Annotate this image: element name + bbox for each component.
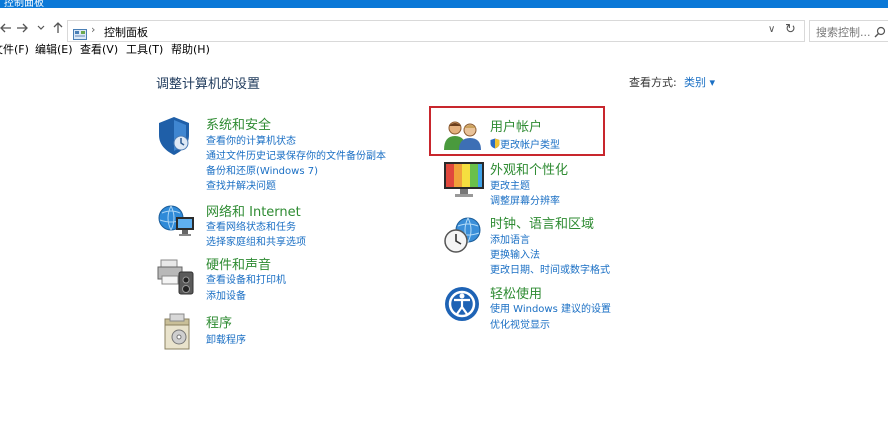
category-user-accounts: 用户帐户 更改帐户类型 [443,115,603,153]
link-view-computer-status[interactable]: 查看你的计算机状态 [206,132,296,147]
link-network-status[interactable]: 查看网络状态和任务 [206,218,296,233]
link-homegroup-sharing[interactable]: 选择家庭组和共享选项 [206,233,306,248]
category-clock-language-region: 时钟、语言和区域 添加语言 更换输入法 更改日期、时间或数字格式 [443,213,663,278]
link-file-history-backup[interactable]: 通过文件历史记录保存你的文件备份副本 [206,147,386,162]
menu-view[interactable]: 查看(V) [80,41,118,57]
menu-file[interactable]: 文件(F) [0,41,29,57]
link-devices-printers[interactable]: 查看设备和打印机 [206,271,286,286]
category-title-programs[interactable]: 程序 [206,312,232,331]
clock-globe-icon [443,215,483,259]
link-uninstall-program[interactable]: 卸载程序 [206,331,246,346]
category-ease-of-access: 轻松使用 使用 Windows 建议的设置 优化视觉显示 [443,283,663,331]
menu-bar: 文件(F) 编辑(E) 查看(V) 工具(T) 帮助(H) [0,38,888,58]
refresh-icon[interactable]: ↻ [785,22,796,37]
category-network-internet: 网络和 Internet 查看网络状态和任务 选择家庭组和共享选项 [157,201,417,251]
link-add-device[interactable]: 添加设备 [206,287,246,302]
printer-speaker-icon [157,256,197,300]
monitor-personalize-icon [443,161,485,203]
category-system-security: 系统和安全 查看你的计算机状态 通过文件历史记录保存你的文件备份副本 备份和还原… [157,114,417,194]
breadcrumb-separator-icon: › [91,23,96,36]
shield-icon [157,116,191,160]
up-arrow-icon[interactable] [53,22,63,34]
category-programs: 程序 卸载程序 [157,312,417,352]
link-change-account-type[interactable]: 更改帐户类型 [490,136,560,151]
address-dropdown-icon[interactable]: ∨ [768,24,775,35]
link-optimize-visual-display[interactable]: 优化视觉显示 [490,316,550,331]
network-globe-icon [157,201,197,243]
link-windows-recommended-settings[interactable]: 使用 Windows 建议的设置 [490,300,611,315]
window-title: 控制面板 [4,0,44,8]
category-title-system-security[interactable]: 系统和安全 [206,114,271,133]
link-change-account-type-label: 更改帐户类型 [500,140,560,151]
link-change-input-method[interactable]: 更换输入法 [490,246,540,261]
category-title-user-accounts[interactable]: 用户帐户 [490,116,542,135]
address-toolbar: › 控制面板 ∨ ↻ 搜索控制... [0,8,888,42]
category-appearance-personalization: 外观和个性化 更改主题 调整屏幕分辨率 [443,159,643,207]
page-title: 调整计算机的设置 [156,77,261,92]
link-add-language[interactable]: 添加语言 [490,231,530,246]
view-by-dropdown[interactable]: 类别 ▾ [684,74,715,90]
link-change-date-time-format[interactable]: 更改日期、时间或数字格式 [490,261,610,276]
recent-locations-chevron-icon[interactable] [37,25,45,31]
programs-box-icon [162,313,192,355]
view-by-label: 查看方式: [629,76,677,89]
ease-of-access-icon [443,285,481,327]
users-icon [443,119,483,155]
link-troubleshoot[interactable]: 查找并解决问题 [206,177,276,192]
menu-help[interactable]: 帮助(H) [171,41,210,57]
menu-edit[interactable]: 编辑(E) [35,41,73,57]
category-title-clock-language-region[interactable]: 时钟、语言和区域 [490,213,594,232]
category-hardware-sound: 硬件和声音 查看设备和打印机 添加设备 [157,254,417,304]
uac-shield-icon [490,138,500,149]
title-bar: 控制面板 [0,0,888,8]
link-backup-restore[interactable]: 备份和还原(Windows 7) [206,162,318,177]
back-arrow-icon[interactable] [0,22,12,34]
category-title-appearance[interactable]: 外观和个性化 [490,159,568,178]
menu-tools[interactable]: 工具(T) [126,41,163,57]
link-change-theme[interactable]: 更改主题 [490,177,530,192]
control-panel-icon [73,25,87,40]
link-screen-resolution[interactable]: 调整屏幕分辨率 [490,192,560,207]
forward-arrow-icon[interactable] [16,22,28,34]
